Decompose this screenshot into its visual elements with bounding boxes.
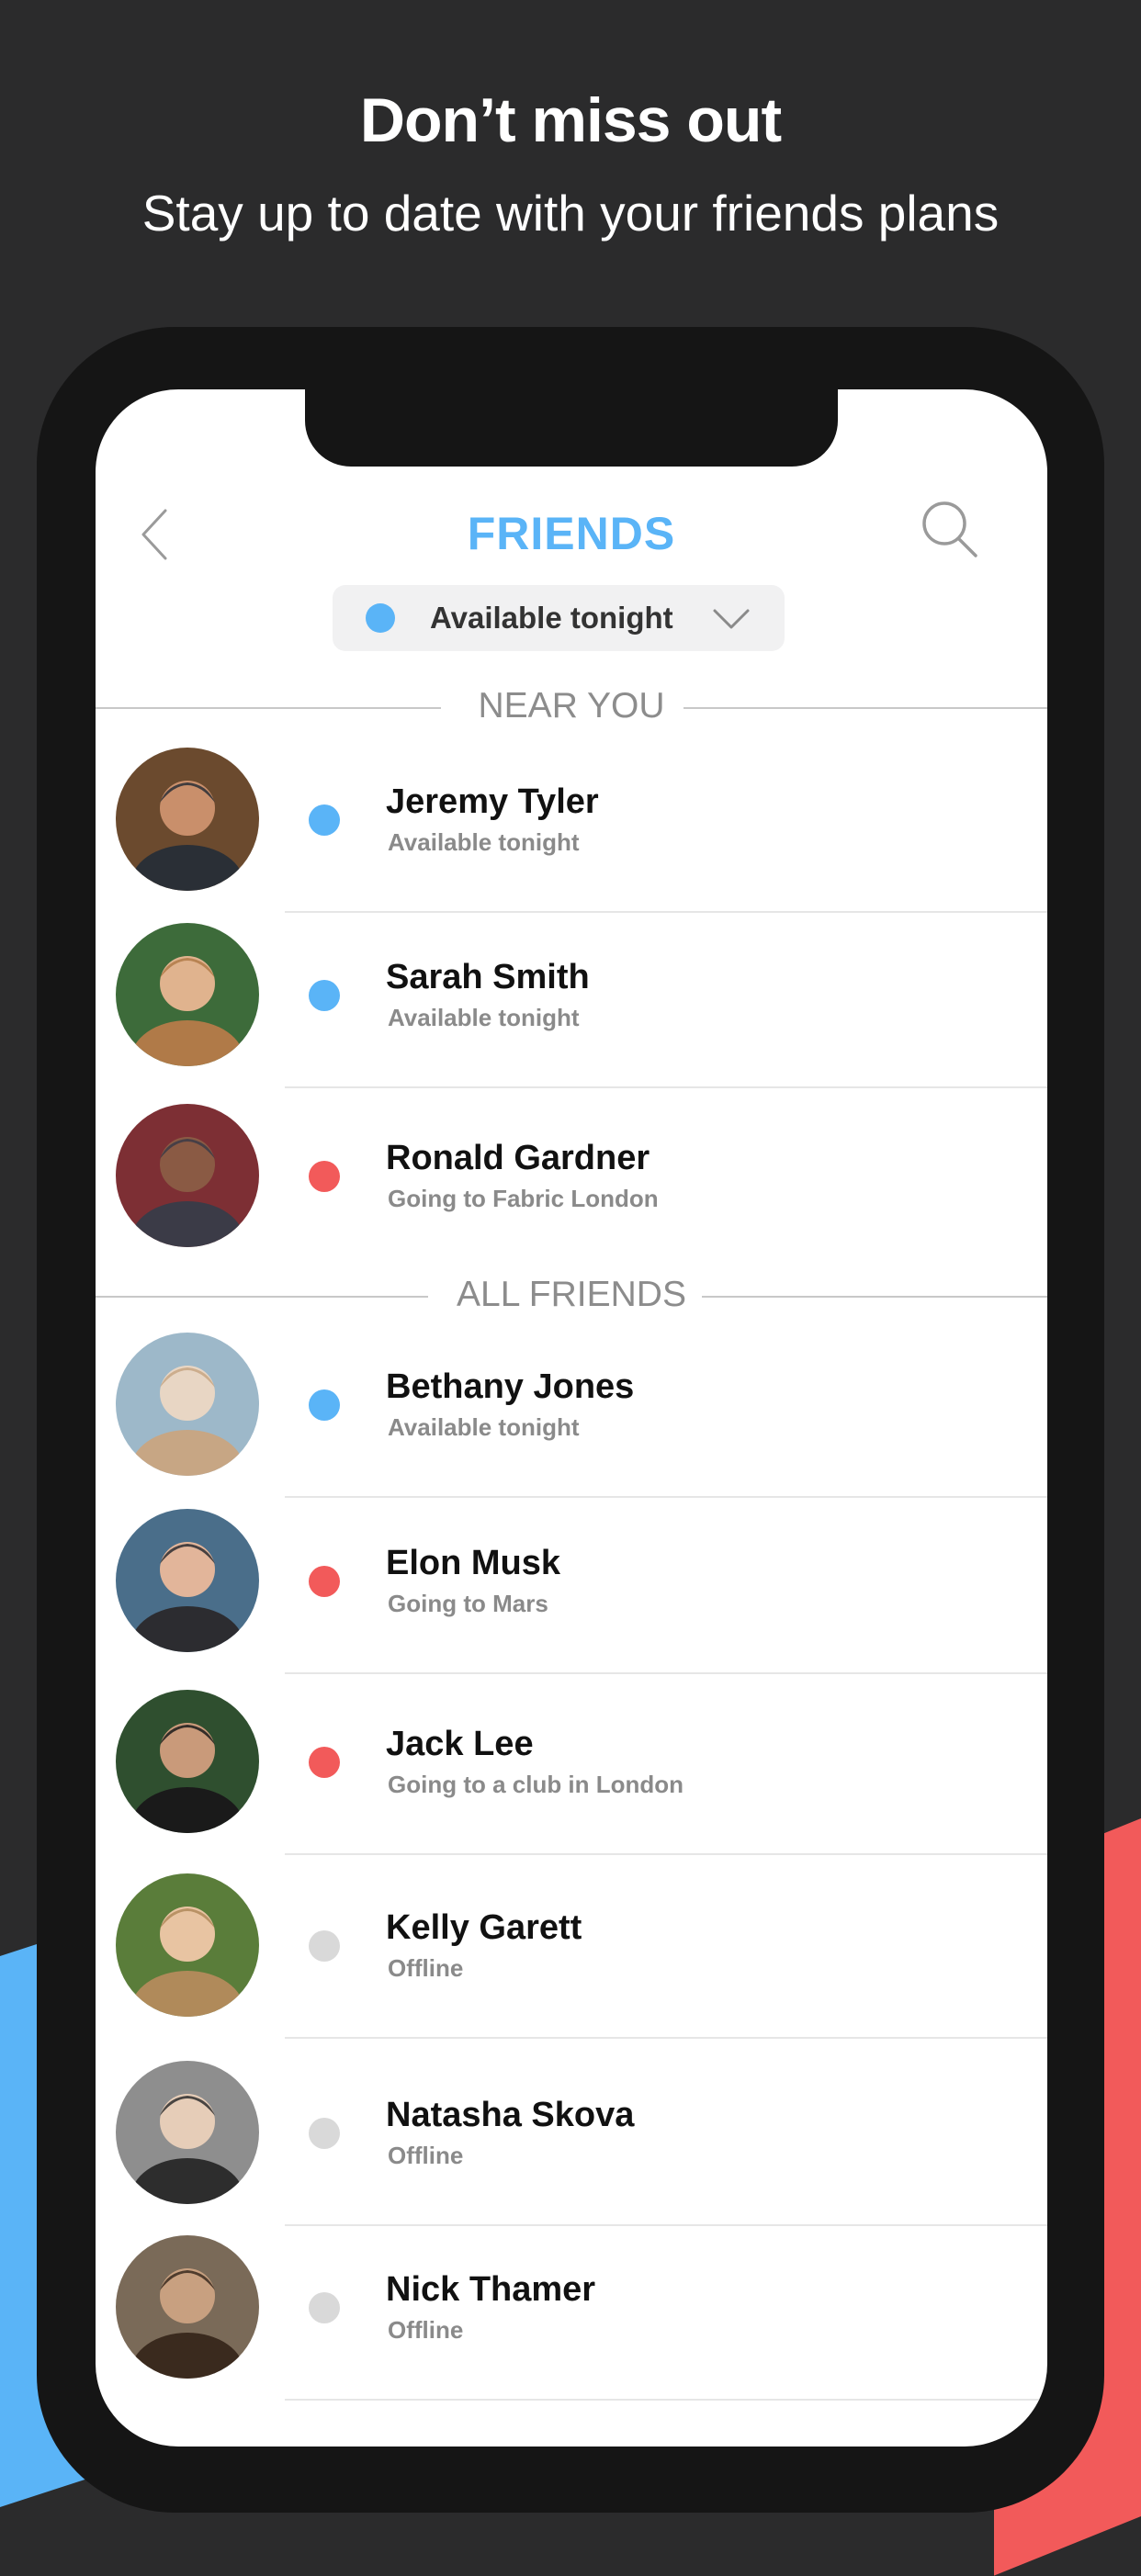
status-dot — [309, 1747, 340, 1778]
friend-name: Sarah Smith — [386, 958, 590, 996]
friend-name: Jeremy Tyler — [386, 782, 599, 821]
avatar[interactable] — [116, 1104, 259, 1247]
promo-subheadline: Stay up to date with your friends plans — [141, 185, 1000, 242]
section-header-all-friends: ALL FRIENDS — [96, 1269, 1047, 1324]
row-divider — [285, 911, 1047, 913]
availability-filter-dropdown[interactable]: Available tonight — [333, 585, 785, 651]
friend-row[interactable]: Elon Musk Going to Mars — [96, 1509, 1047, 1683]
row-divider — [285, 2037, 1047, 2039]
avatar[interactable] — [116, 1873, 259, 2017]
avatar[interactable] — [116, 2235, 259, 2379]
friend-name: Jack Lee — [386, 1725, 534, 1763]
friend-status-text: Offline — [388, 1954, 464, 1982]
search-button[interactable] — [921, 498, 979, 562]
avatar[interactable] — [116, 1690, 259, 1833]
status-dot — [309, 1389, 340, 1421]
section-header-near-you: NEAR YOU — [96, 681, 1047, 736]
status-dot — [309, 804, 340, 836]
row-divider — [285, 2399, 1047, 2401]
row-divider — [285, 2224, 1047, 2226]
promo-headline: Don’t miss out — [359, 85, 782, 155]
friend-row[interactable]: Bethany Jones Available tonight — [96, 1333, 1047, 1507]
friend-row[interactable]: Ronald Gardner Going to Fabric London — [96, 1104, 1047, 1278]
avatar[interactable] — [116, 2061, 259, 2204]
friend-status-text: Going to a club in London — [388, 1771, 684, 1798]
friend-name: Bethany Jones — [386, 1367, 635, 1406]
avatar[interactable] — [116, 748, 259, 891]
friend-name: Kelly Garett — [386, 1908, 582, 1947]
friend-status-text: Available tonight — [388, 1004, 580, 1031]
friend-status-text: Offline — [388, 2142, 464, 2169]
avatar[interactable] — [116, 923, 259, 1066]
friend-name: Nick Thamer — [386, 2270, 596, 2309]
friend-row[interactable]: Kelly Garett Offline — [96, 1873, 1047, 2048]
friend-row[interactable]: Natasha Skova Offline — [96, 2061, 1047, 2235]
friend-row[interactable]: Jack Lee Going to a club in London — [96, 1690, 1047, 1864]
page-title: FRIENDS — [467, 508, 676, 559]
row-divider — [285, 1672, 1047, 1674]
section-divider-line — [683, 707, 1047, 709]
friend-status-text: Available tonight — [388, 1413, 580, 1441]
friend-status-text: Available tonight — [388, 828, 580, 856]
friend-row[interactable]: Sarah Smith Available tonight — [96, 923, 1047, 1097]
status-dot — [309, 1930, 340, 1962]
friend-status-text: Going to Mars — [388, 1590, 548, 1617]
section-divider-line — [702, 1296, 1047, 1298]
status-dot — [309, 1161, 340, 1192]
avatar[interactable] — [116, 1509, 259, 1652]
section-title-all-friends: ALL FRIENDS — [457, 1275, 686, 1314]
friend-row[interactable]: Jeremy Tyler Available tonight — [96, 748, 1047, 922]
chevron-down-icon — [713, 609, 750, 629]
friend-row[interactable]: Nick Thamer Offline — [96, 2235, 1047, 2410]
row-divider — [285, 1496, 1047, 1498]
friend-name: Elon Musk — [386, 1544, 561, 1582]
friend-name: Natasha Skova — [386, 2096, 635, 2134]
status-dot — [309, 980, 340, 1011]
filter-label: Available tonight — [430, 601, 673, 635]
row-divider — [285, 1853, 1047, 1855]
friend-name: Ronald Gardner — [386, 1139, 650, 1177]
status-dot — [309, 1566, 340, 1597]
row-divider — [285, 1086, 1047, 1088]
friend-status-text: Offline — [388, 2316, 464, 2344]
friend-status-text: Going to Fabric London — [388, 1185, 659, 1212]
nav-bar: FRIENDS — [96, 498, 1047, 571]
avatar[interactable] — [116, 1333, 259, 1476]
status-dot — [309, 2292, 340, 2323]
phone-screen: FRIENDS Available tonight NEAR YOU Jerem… — [96, 389, 1047, 2447]
phone-notch — [305, 389, 838, 467]
status-dot — [309, 2118, 340, 2149]
search-icon — [922, 501, 977, 557]
filter-status-dot — [366, 603, 395, 633]
section-title-near-you: NEAR YOU — [478, 686, 665, 726]
